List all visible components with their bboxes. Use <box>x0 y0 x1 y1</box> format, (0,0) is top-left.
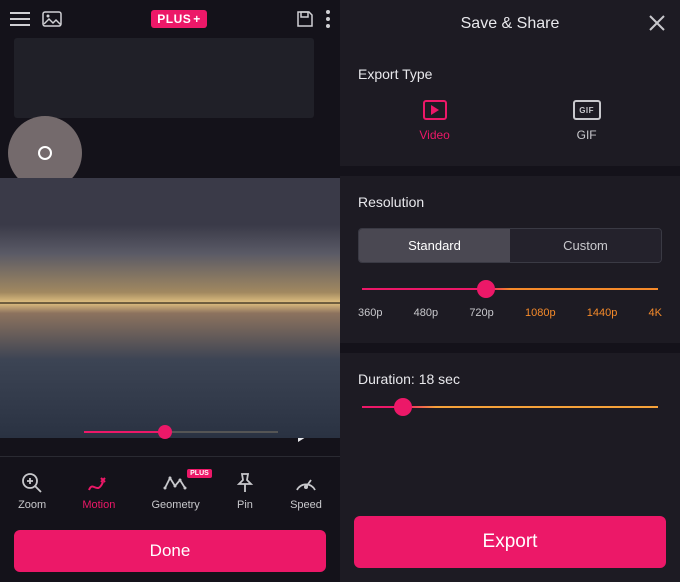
speed-icon <box>294 471 318 495</box>
target-ring-icon <box>38 146 52 160</box>
tool-pin-label: Pin <box>237 499 253 511</box>
resolution-section: Resolution Standard Custom 360p 480p 720… <box>340 176 680 353</box>
export-gif-label: GIF <box>577 128 597 142</box>
duration-label: Duration: 18 sec <box>358 371 662 387</box>
panel-header: Save & Share <box>340 0 680 48</box>
menu-icon[interactable] <box>10 12 30 26</box>
plus-badge[interactable]: PLUS+ <box>151 10 207 28</box>
editor-pane: PLUS+ <box>0 0 340 582</box>
preview-shelf <box>14 38 314 118</box>
tool-speed-label: Speed <box>290 499 322 511</box>
tool-geometry-label: Geometry <box>152 499 200 511</box>
resolution-label: Resolution <box>358 194 662 210</box>
tool-motion[interactable]: Motion <box>82 471 115 511</box>
plus-mini-badge: PLUS <box>187 469 212 478</box>
res-1080: 1080p <box>525 307 556 319</box>
more-icon[interactable] <box>326 10 330 28</box>
pin-icon <box>236 471 254 495</box>
geometry-icon <box>163 471 189 495</box>
resolution-mode-segment: Standard Custom <box>358 228 662 263</box>
gif-icon: GIF <box>573 100 601 120</box>
gallery-icon[interactable] <box>42 11 62 27</box>
canvas-image[interactable] <box>0 178 340 438</box>
motion-icon <box>87 471 111 495</box>
duration-section: Duration: 18 sec <box>340 353 680 437</box>
res-720: 720p <box>469 307 493 319</box>
tool-motion-label: Motion <box>82 499 115 511</box>
plus-label: PLUS <box>157 12 191 26</box>
tool-pin[interactable]: Pin <box>236 471 254 511</box>
save-share-pane: Save & Share Export Type Video GIF GIF R… <box>340 0 680 582</box>
tool-tabs: Zoom Motion PLUS Geometry Pin Speed <box>0 456 340 524</box>
res-4k: 4K <box>649 307 662 319</box>
timeline-slider[interactable] <box>84 431 278 433</box>
tool-speed[interactable]: Speed <box>290 471 322 511</box>
tool-zoom[interactable]: Zoom <box>18 471 46 511</box>
export-type-label: Export Type <box>358 66 662 82</box>
close-icon[interactable] <box>648 14 666 32</box>
zoom-icon <box>21 471 43 495</box>
res-480: 480p <box>414 307 438 319</box>
export-type-section: Export Type Video GIF GIF <box>340 48 680 176</box>
res-1440: 1440p <box>587 307 618 319</box>
tool-geometry[interactable]: PLUS Geometry <box>152 471 200 511</box>
duration-slider[interactable] <box>362 405 658 409</box>
video-icon <box>423 100 447 120</box>
export-type-gif[interactable]: GIF GIF <box>573 100 601 142</box>
tool-zoom-label: Zoom <box>18 499 46 511</box>
seg-custom[interactable]: Custom <box>510 229 661 262</box>
seg-standard[interactable]: Standard <box>359 229 510 262</box>
export-type-video[interactable]: Video <box>419 100 449 142</box>
resolution-slider[interactable] <box>362 287 658 291</box>
save-icon[interactable] <box>296 10 314 28</box>
export-button[interactable]: Export <box>354 516 666 568</box>
res-360: 360p <box>358 307 382 319</box>
topbar: PLUS+ <box>0 0 340 38</box>
resolution-ticks: 360p 480p 720p 1080p 1440p 4K <box>358 307 662 319</box>
panel-title: Save & Share <box>461 15 560 33</box>
done-button[interactable]: Done <box>14 530 326 572</box>
preview-area <box>0 38 340 408</box>
export-video-label: Video <box>419 128 449 142</box>
